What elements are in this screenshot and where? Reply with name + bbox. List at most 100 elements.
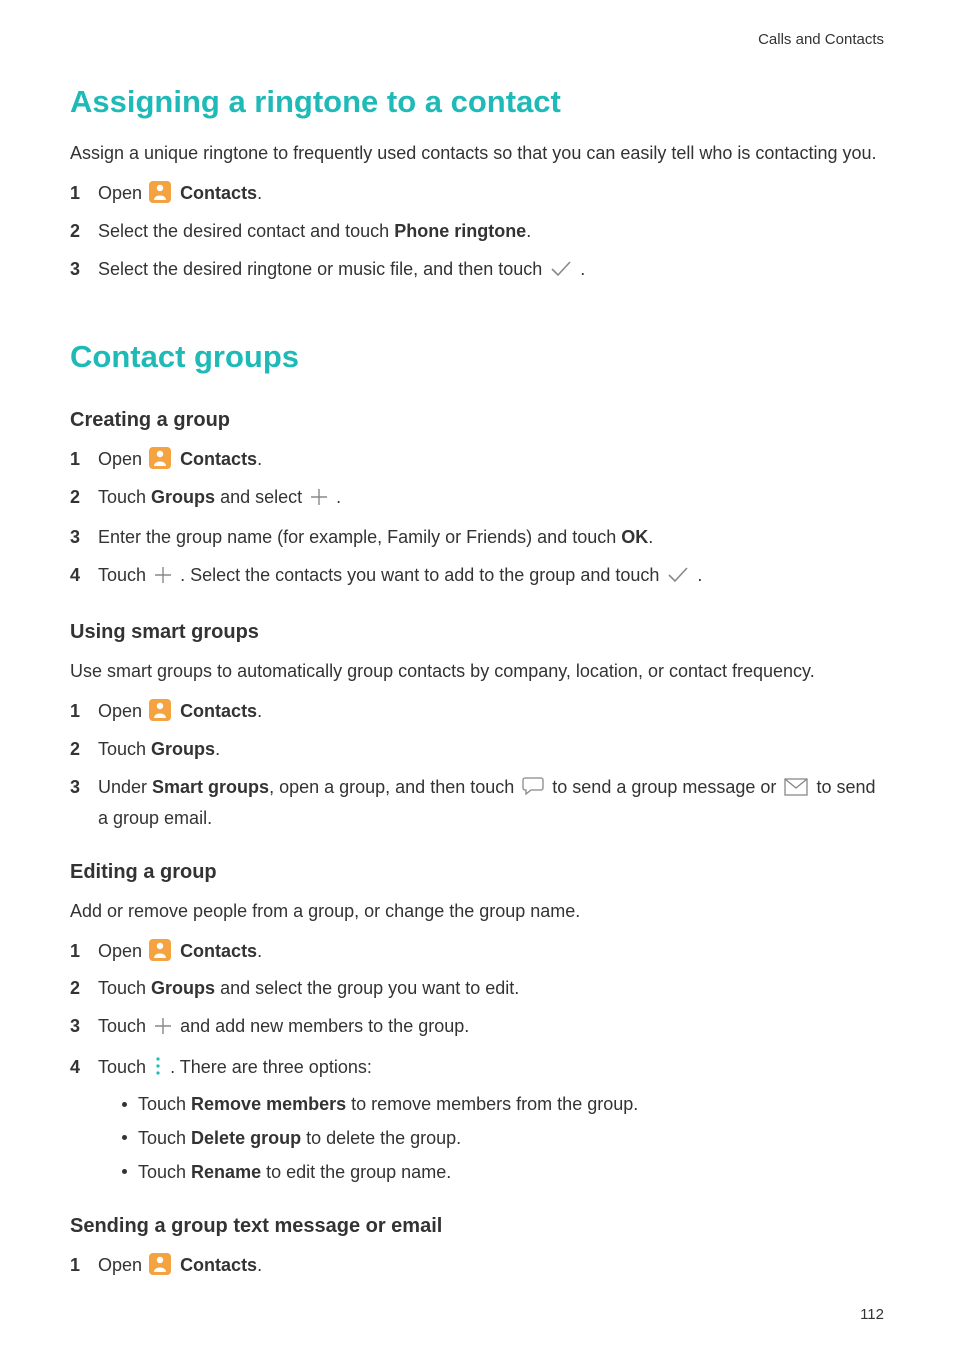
step-item: Touch Groups. <box>70 736 884 764</box>
ui-label: Smart groups <box>152 777 269 797</box>
more-menu-icon <box>154 1056 162 1085</box>
step-text: Touch <box>98 1057 151 1077</box>
app-name: Contacts <box>180 941 257 961</box>
step-text: Touch <box>98 487 151 507</box>
step-item: Select the desired ringtone or music fil… <box>70 256 884 287</box>
steps-smart: Open Contacts. Touch Groups. Under Smart… <box>70 698 884 833</box>
step-item: Select the desired contact and touch Pho… <box>70 218 884 246</box>
step-item: Touch . Select the contacts you want to … <box>70 562 884 593</box>
bullet-text: to edit the group name. <box>261 1162 451 1182</box>
step-item: Touch and add new members to the group. <box>70 1013 884 1044</box>
bullet-text: to delete the group. <box>301 1128 461 1148</box>
step-item: Open Contacts. <box>70 938 884 966</box>
bullet-text: Touch <box>138 1094 191 1114</box>
step-text: Open <box>98 1255 147 1275</box>
ui-label: Phone ringtone <box>394 221 526 241</box>
step-text: Open <box>98 449 147 469</box>
step-text: Select the desired ringtone or music fil… <box>98 259 547 279</box>
envelope-icon <box>784 777 808 805</box>
ui-label: Groups <box>151 487 215 507</box>
app-name: Contacts <box>180 183 257 203</box>
step-text: , open a group, and then touch <box>269 777 519 797</box>
step-text: Open <box>98 701 147 721</box>
section-heading-groups: Contact groups <box>70 333 884 381</box>
contacts-app-icon <box>149 1253 171 1275</box>
step-item: Under Smart groups, open a group, and th… <box>70 774 884 833</box>
ui-label: Groups <box>151 739 215 759</box>
step-item: Open Contacts. <box>70 1252 884 1280</box>
subheading-editing: Editing a group <box>70 857 884 888</box>
step-text: . <box>257 941 262 961</box>
plus-icon <box>154 1016 172 1044</box>
contacts-app-icon <box>149 699 171 721</box>
steps-creating: Open Contacts. Touch Groups and select .… <box>70 446 884 594</box>
steps-editing: Open Contacts. Touch Groups and select t… <box>70 938 884 1187</box>
steps-sending: Open Contacts. <box>70 1252 884 1280</box>
app-name: Contacts <box>180 449 257 469</box>
step-text: and select <box>215 487 307 507</box>
step-text: Touch <box>98 739 151 759</box>
steps-ringtone: Open Contacts. Select the desired contac… <box>70 180 884 287</box>
ui-label: Rename <box>191 1162 261 1182</box>
list-item: Touch Delete group to delete the group. <box>122 1125 884 1153</box>
ui-label: Groups <box>151 978 215 998</box>
step-item: Open Contacts. <box>70 446 884 474</box>
subheading-sending: Sending a group text message or email <box>70 1211 884 1242</box>
step-text: . <box>336 487 341 507</box>
page-number: 112 <box>860 1303 884 1326</box>
intro-paragraph: Use smart groups to automatically group … <box>70 658 884 686</box>
step-text: Select the desired contact and touch <box>98 221 394 241</box>
step-item: Touch . There are three options: Touch R… <box>70 1054 884 1187</box>
step-item: Touch Groups and select . <box>70 484 884 515</box>
contacts-app-icon <box>149 181 171 203</box>
ui-label: OK <box>621 527 648 547</box>
ui-label: Delete group <box>191 1128 301 1148</box>
step-text: to send a group message or <box>552 777 781 797</box>
bullet-text: Touch <box>138 1162 191 1182</box>
ui-label: Remove members <box>191 1094 346 1114</box>
step-text: . <box>580 259 585 279</box>
subheading-creating: Creating a group <box>70 405 884 436</box>
step-item: Open Contacts. <box>70 180 884 208</box>
step-text: Touch <box>98 978 151 998</box>
step-text: Open <box>98 183 147 203</box>
step-text: . <box>257 701 262 721</box>
step-text: . Select the contacts you want to add to… <box>180 565 664 585</box>
step-text: . <box>257 449 262 469</box>
step-text: . <box>257 183 262 203</box>
contacts-app-icon <box>149 447 171 469</box>
step-item: Enter the group name (for example, Famil… <box>70 524 884 552</box>
step-text: and add new members to the group. <box>180 1016 469 1036</box>
checkmark-icon <box>550 259 572 287</box>
intro-paragraph: Add or remove people from a group, or ch… <box>70 898 884 926</box>
breadcrumb: Calls and Contacts <box>758 28 884 51</box>
plus-icon <box>310 487 328 515</box>
list-item: Touch Rename to edit the group name. <box>122 1159 884 1187</box>
step-text: Touch <box>98 565 151 585</box>
step-text: . <box>215 739 220 759</box>
list-item: Touch Remove members to remove members f… <box>122 1091 884 1119</box>
subheading-smart: Using smart groups <box>70 617 884 648</box>
step-text: and select the group you want to edit. <box>215 978 519 998</box>
checkmark-icon <box>667 565 689 593</box>
plus-icon <box>154 565 172 593</box>
step-text: . <box>648 527 653 547</box>
step-text: . There are three options: <box>170 1057 372 1077</box>
speech-bubble-icon <box>522 776 544 805</box>
app-name: Contacts <box>180 1255 257 1275</box>
bullet-text: Touch <box>138 1128 191 1148</box>
app-name: Contacts <box>180 701 257 721</box>
step-item: Touch Groups and select the group you wa… <box>70 975 884 1003</box>
step-text: . <box>257 1255 262 1275</box>
step-item: Open Contacts. <box>70 698 884 726</box>
step-text: . <box>697 565 702 585</box>
section-heading-ringtone: Assigning a ringtone to a contact <box>70 78 884 126</box>
step-text: Touch <box>98 1016 151 1036</box>
step-text: Under <box>98 777 152 797</box>
intro-paragraph: Assign a unique ringtone to frequently u… <box>70 140 884 168</box>
options-list: Touch Remove members to remove members f… <box>122 1091 884 1187</box>
step-text: . <box>526 221 531 241</box>
bullet-text: to remove members from the group. <box>346 1094 638 1114</box>
step-text: Open <box>98 941 147 961</box>
contacts-app-icon <box>149 939 171 961</box>
